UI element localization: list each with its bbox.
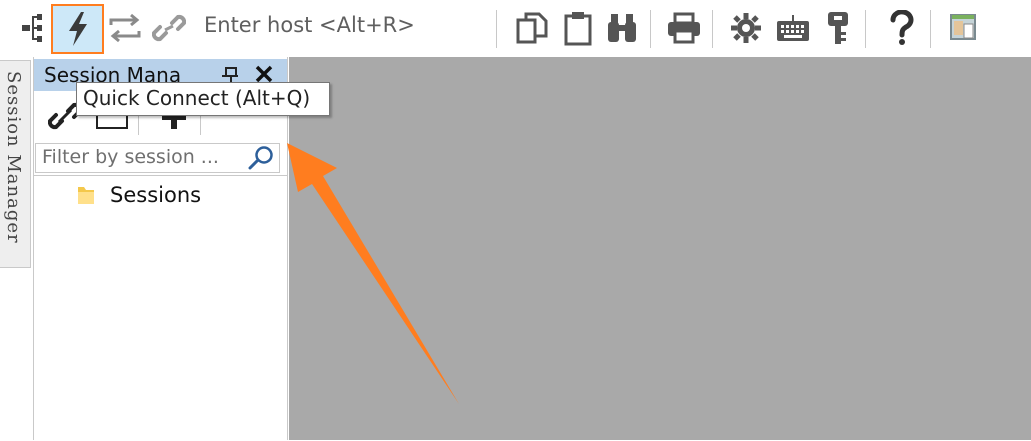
side-tab-label: Session Manager [3, 71, 24, 244]
tooltip-text: Quick Connect (Alt+Q) [83, 86, 311, 110]
print-icon[interactable] [662, 5, 706, 51]
keyboard-icon[interactable] [771, 5, 815, 51]
toolbar-divider [650, 10, 651, 48]
tree-item-sessions[interactable]: Sessions [76, 180, 201, 210]
toolbar-divider [712, 10, 713, 48]
toolbar-divider [930, 10, 931, 48]
tree-item-label: Sessions [110, 183, 202, 207]
filter-placeholder: Filter by session ... [42, 146, 219, 168]
paste-icon[interactable] [556, 5, 600, 51]
terminal-workspace[interactable] [289, 57, 1031, 440]
reconnect-icon[interactable] [103, 5, 147, 51]
toolbar-divider [496, 10, 497, 48]
lightning-icon [68, 12, 87, 46]
connect-tree-icon[interactable] [12, 5, 56, 51]
help-question-icon[interactable] [880, 5, 924, 51]
window-logo-icon[interactable] [941, 5, 985, 51]
copy-icon[interactable] [510, 5, 554, 51]
quick-connect-tooltip: Quick Connect (Alt+Q) [76, 82, 330, 116]
settings-gear-icon[interactable] [724, 5, 768, 51]
search-icon[interactable] [247, 145, 275, 171]
quick-connect-button[interactable] [51, 4, 104, 54]
find-binoculars-icon[interactable] [600, 5, 644, 51]
main-toolbar: Enter host <Alt+R> [0, 0, 1031, 57]
key-icon[interactable] [816, 5, 860, 51]
host-input[interactable]: Enter host <Alt+R> [204, 13, 484, 43]
folder-icon [78, 187, 94, 204]
disconnect-link-icon[interactable] [147, 5, 191, 51]
session-manager-side-tab[interactable]: Session Manager [0, 60, 31, 268]
toolbar-divider [865, 10, 866, 48]
session-tree: Sessions [34, 175, 287, 441]
session-filter-input[interactable]: Filter by session ... [35, 143, 280, 173]
